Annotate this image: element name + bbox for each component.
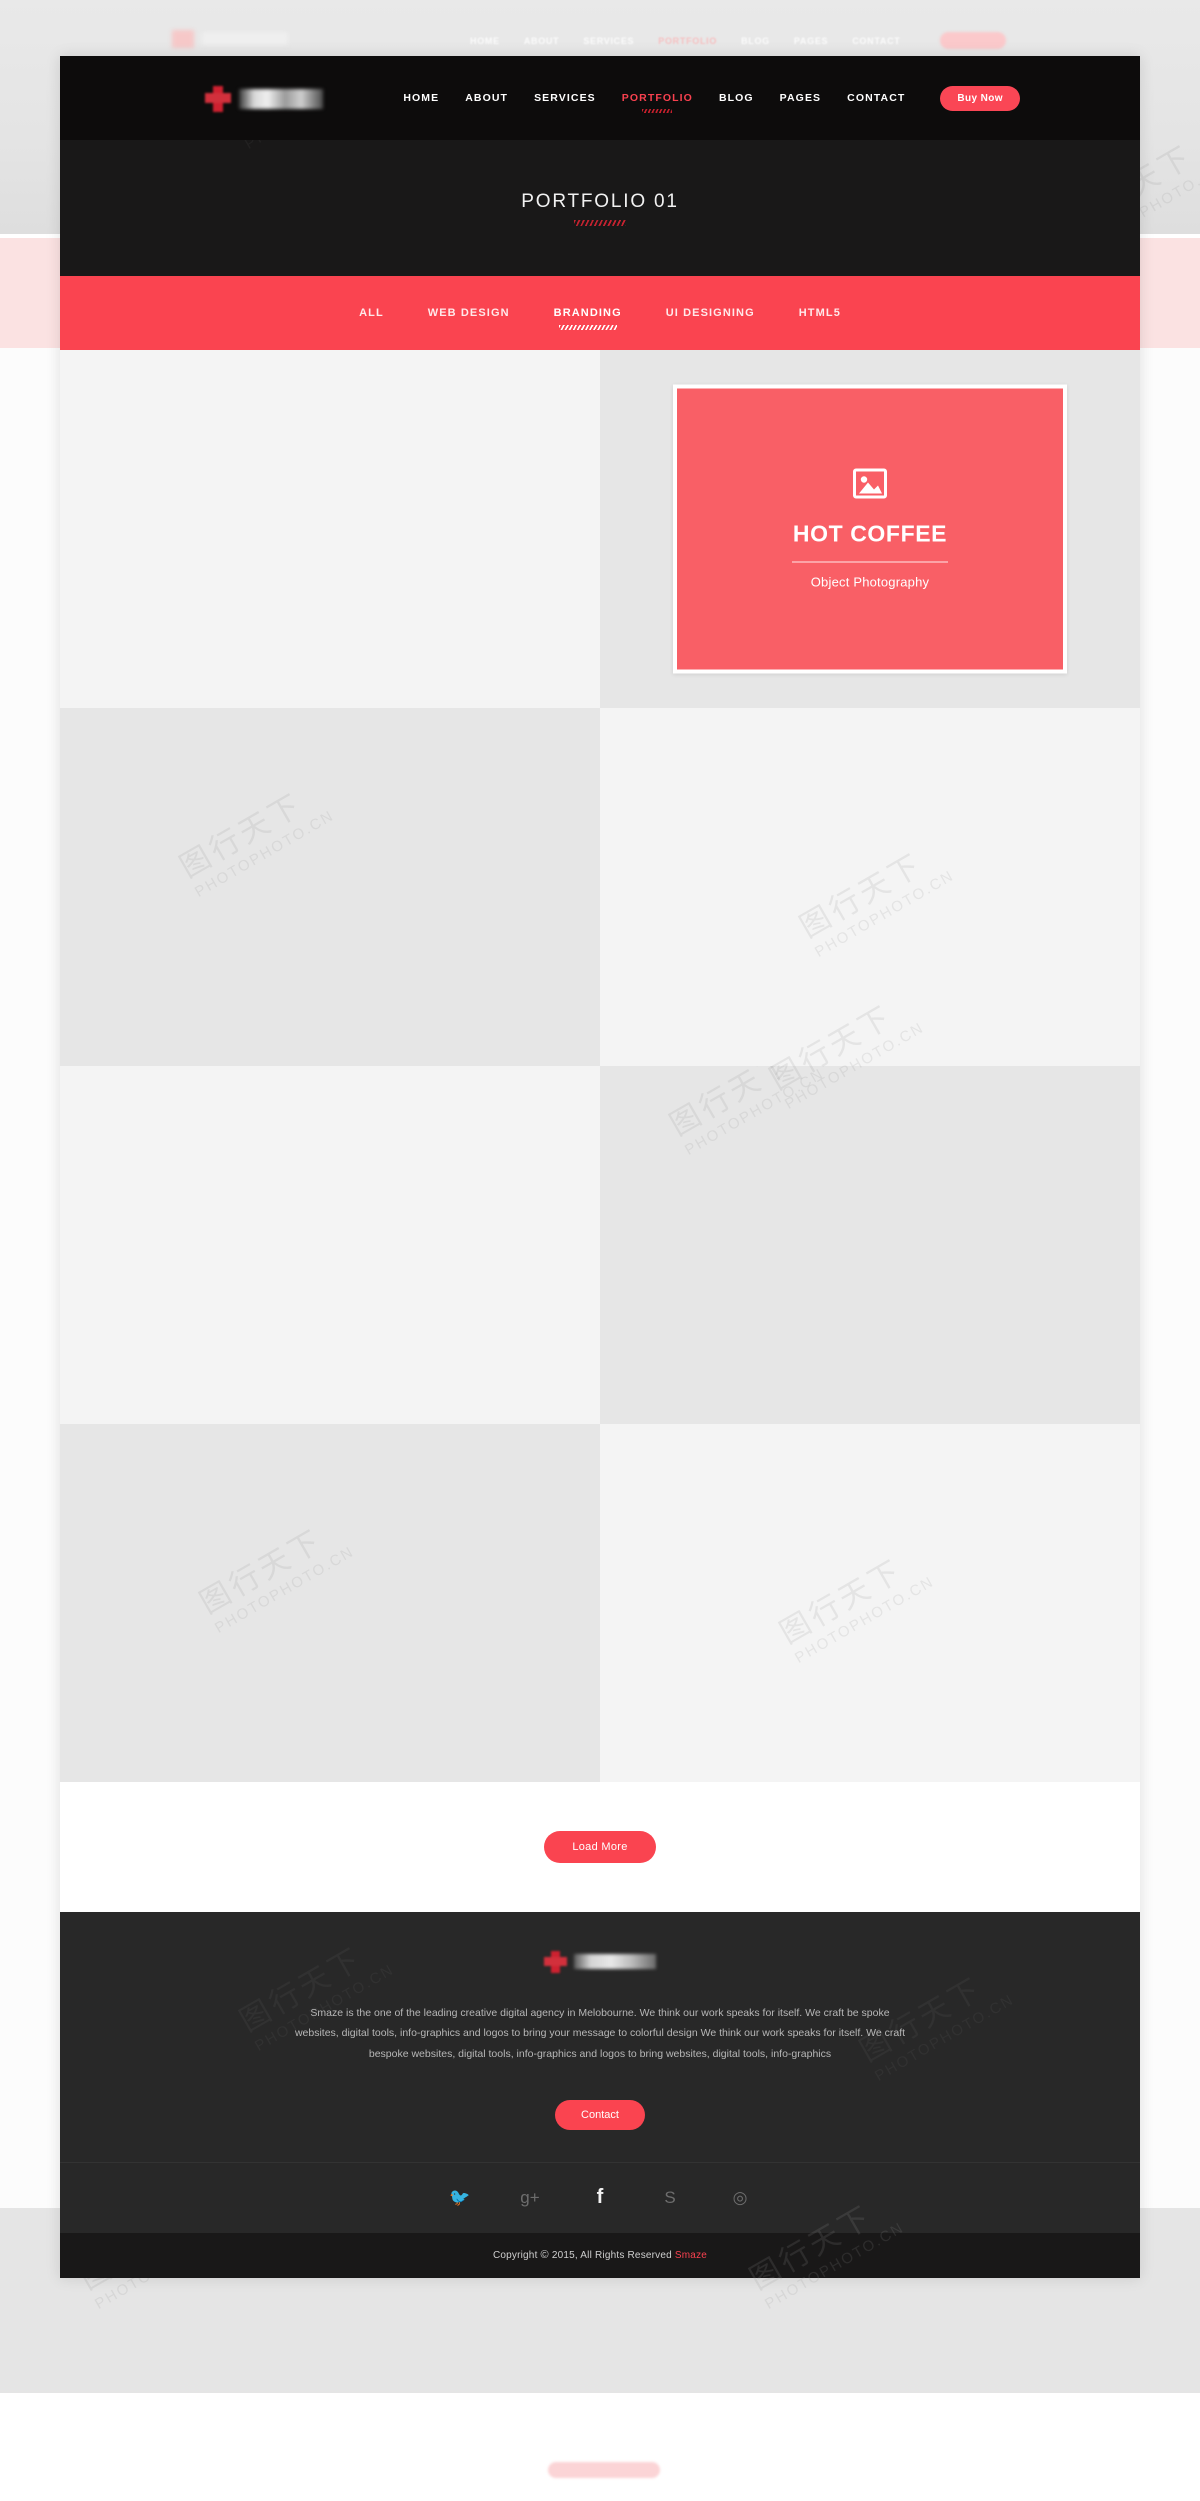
watermark: 图行天下PHOTOPHOTO.CN <box>794 847 958 961</box>
load-more-button[interactable]: Load More <box>544 1831 656 1863</box>
copyright-prefix: Copyright <box>492 2250 538 2262</box>
portfolio-tile[interactable]: HOT COFFEE Object Photography <box>600 350 1140 708</box>
footer-logo-wordmark <box>574 1954 656 1969</box>
nav-item-home[interactable]: HOME <box>390 92 452 104</box>
bg-nav-item-pages: PAGES <box>793 36 829 46</box>
title-underline-decoration <box>574 219 626 226</box>
main-navigation: HOME ABOUT SERVICES PORTFOLIO BLOG PAGES… <box>390 56 1020 140</box>
bg-nav-item-blog: BLOG <box>741 36 770 46</box>
portfolio-tile[interactable]: 图行天下 PHOTOPHOTO.CN <box>60 708 600 1066</box>
nav-item-services[interactable]: SERVICES <box>521 92 609 104</box>
page-title: PORTFOLIO 01 <box>521 190 679 212</box>
portfolio-card-title: HOT COFFEE <box>792 520 948 547</box>
nav-item-portfolio[interactable]: PORTFOLIO <box>609 92 706 104</box>
portfolio-tile[interactable]: 图行天下 PHOTOPHOTO.CN <box>60 1424 600 1782</box>
portfolio-tile[interactable]: 图行天下 PHOTOPHOTO.CN <box>600 1066 1140 1424</box>
skype-icon[interactable]: S <box>658 2185 682 2209</box>
footer-about-text: Smaze is the one of the leading creative… <box>294 2007 906 2060</box>
watermark: 图行天下PHOTOPHOTO.CN <box>194 1523 358 1637</box>
bg-bottom-button <box>548 2462 660 2478</box>
facebook-icon[interactable]: f <box>588 2185 612 2209</box>
footer-contact-wrap: Contact <box>60 2100 1140 2131</box>
copyright-brand-link[interactable]: Smaze <box>675 2250 707 2261</box>
bg-nav-item-about: ABOUT <box>523 36 560 46</box>
footer-logo-mark-icon <box>544 1950 567 1973</box>
bg-logo-mark <box>172 30 194 48</box>
portfolio-filter-bar: ALL WEB DESIGN BRANDING UI DESIGNING HTM… <box>60 276 1140 350</box>
bg-nav-item-home: HOME <box>470 36 500 46</box>
portfolio-tile[interactable] <box>60 350 600 708</box>
page-title-section: 图行天下PHOTOPHOTO.CN PORTFOLIO 01 <box>60 140 1140 276</box>
site-footer: 图行天下PHOTOPHOTO.CN 图行天下PHOTOPHOTO.CN Smaz… <box>60 1912 1140 2279</box>
bg-nav-item-contact: CONTACT <box>852 36 901 46</box>
portfolio-card-divider <box>792 561 948 563</box>
nav-item-about[interactable]: ABOUT <box>452 92 521 104</box>
portfolio-card-hot-coffee[interactable]: HOT COFFEE Object Photography <box>673 384 1067 674</box>
bg-buy-now-button <box>940 32 1006 49</box>
watermark: 图行天下PHOTOPHOTO.CN <box>174 787 338 901</box>
logo-mark-icon <box>205 86 231 112</box>
bg-nav-item-services: SERVICES <box>583 36 635 46</box>
portfolio-tile[interactable]: 图行天下 PHOTOPHOTO.CN <box>600 708 1140 1066</box>
portfolio-grid: HOT COFFEE Object Photography 图行天下 PHOTOP… <box>60 350 1140 1782</box>
nav-item-pages[interactable]: PAGES <box>767 92 834 104</box>
bg-navigation: HOME ABOUT SERVICES PORTFOLIO BLOG PAGES… <box>470 36 900 46</box>
portfolio-tile[interactable]: 图行天下 PHOTOPHOTO.CN <box>600 1424 1140 1782</box>
screenshot-canvas: HOME ABOUT SERVICES PORTFOLIO BLOG PAGES… <box>0 0 1200 2501</box>
footer-logo[interactable] <box>539 1950 661 1973</box>
buy-now-button[interactable]: Buy Now <box>940 85 1020 111</box>
nav-item-contact[interactable]: CONTACT <box>834 92 918 104</box>
website-frame: HOME ABOUT SERVICES PORTFOLIO BLOG PAGES… <box>60 56 1140 2279</box>
dribbble-icon[interactable]: ◎ <box>728 2185 752 2209</box>
bg-nav-item-portfolio: PORTFOLIO <box>658 36 718 46</box>
watermark: 图行天下PHOTOPHOTO.CN <box>664 1066 828 1159</box>
copyright-symbol-icon: © <box>540 2249 549 2262</box>
portfolio-tile[interactable] <box>60 1066 600 1424</box>
filter-branding[interactable]: BRANDING <box>532 307 644 319</box>
filter-html5[interactable]: HTML5 <box>777 307 863 319</box>
twitter-icon[interactable]: 🐦 <box>448 2185 472 2209</box>
watermark: 图行天下PHOTOPHOTO.CN <box>774 1553 938 1667</box>
nav-item-blog[interactable]: BLOG <box>706 92 767 104</box>
filter-web-design[interactable]: WEB DESIGN <box>406 307 532 319</box>
load-more-section: Load More <box>60 1782 1140 1912</box>
portfolio-card-category: Object Photography <box>810 574 930 590</box>
filter-all[interactable]: ALL <box>337 307 406 319</box>
image-placeholder-icon <box>853 468 887 499</box>
bg-logo <box>172 30 292 48</box>
filter-ui-designing[interactable]: UI DESIGNING <box>644 307 777 319</box>
copyright-text: 2015, All Rights Reserved <box>551 2250 672 2262</box>
social-links: 🐦 g+ f S ◎ <box>60 2162 1140 2233</box>
bg-band-white-lower <box>0 2393 1200 2501</box>
copyright-bar: Copyright © 2015, All Rights Reserved Sm… <box>60 2233 1140 2279</box>
logo-wordmark <box>239 89 323 109</box>
contact-button[interactable]: Contact <box>555 2100 645 2131</box>
google-plus-icon[interactable]: g+ <box>518 2185 542 2209</box>
bg-logo-wordmark <box>202 32 288 45</box>
site-header: HOME ABOUT SERVICES PORTFOLIO BLOG PAGES… <box>60 56 1140 140</box>
watermark: 图行天下PHOTOPHOTO.CN <box>220 140 387 153</box>
site-logo[interactable] <box>205 86 330 112</box>
